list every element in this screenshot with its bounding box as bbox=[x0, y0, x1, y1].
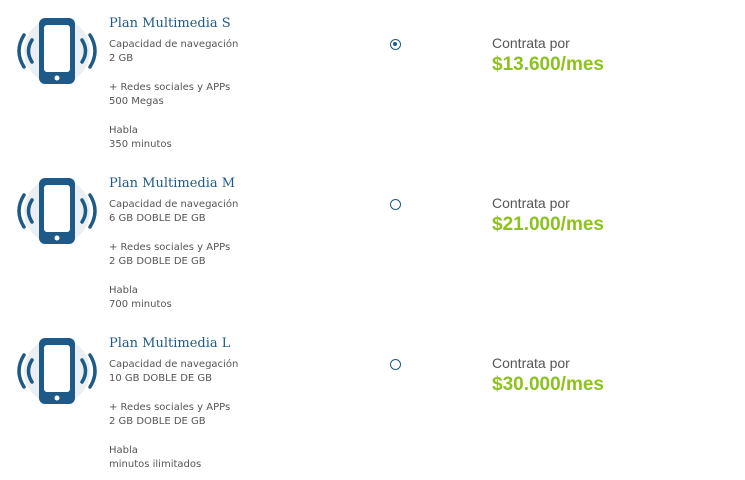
plan-price: $30.000/mes bbox=[492, 374, 604, 395]
nav-value: 10 GB DOBLE DE GB bbox=[109, 373, 212, 384]
price-prefix: Contrata por bbox=[492, 35, 570, 51]
plan-price: $13.600/mes bbox=[492, 54, 604, 75]
plan-title: Plan Multimedia L bbox=[109, 336, 231, 351]
talk-label: Habla bbox=[109, 125, 138, 136]
social-value: 2 GB DOBLE DE GB bbox=[109, 256, 206, 267]
social-value: 2 GB DOBLE DE GB bbox=[109, 416, 206, 427]
plan-row: Plan Multimedia L Capacidad de navegació… bbox=[0, 320, 745, 480]
social-label: + Redes sociales y APPs bbox=[109, 402, 231, 413]
nav-label: Capacidad de navegación bbox=[109, 359, 239, 370]
talk-value: 700 minutos bbox=[109, 299, 172, 310]
talk-value: minutos ilimitados bbox=[109, 459, 202, 470]
talk-label: Habla bbox=[109, 445, 138, 456]
phone-vibrating-icon bbox=[17, 178, 97, 244]
plan-radio[interactable] bbox=[390, 199, 401, 210]
price-prefix: Contrata por bbox=[492, 195, 570, 211]
phone-vibrating-icon bbox=[17, 18, 97, 84]
plan-price: $21.000/mes bbox=[492, 214, 604, 235]
social-label: + Redes sociales y APPs bbox=[109, 82, 231, 93]
plan-title: Plan Multimedia S bbox=[109, 16, 231, 31]
plan-radio[interactable] bbox=[390, 39, 401, 50]
nav-label: Capacidad de navegación bbox=[109, 39, 239, 50]
social-label: + Redes sociales y APPs bbox=[109, 242, 231, 253]
nav-value: 2 GB bbox=[109, 53, 134, 64]
talk-label: Habla bbox=[109, 285, 138, 296]
price-prefix: Contrata por bbox=[492, 355, 570, 371]
plan-row: Plan Multimedia S Capacidad de navegació… bbox=[0, 0, 745, 160]
plan-title: Plan Multimedia M bbox=[109, 176, 236, 191]
plan-row: Plan Multimedia M Capacidad de navegació… bbox=[0, 160, 745, 320]
social-value: 500 Megas bbox=[109, 96, 164, 107]
nav-label: Capacidad de navegación bbox=[109, 199, 239, 210]
nav-value: 6 GB DOBLE DE GB bbox=[109, 213, 206, 224]
talk-value: 350 minutos bbox=[109, 139, 172, 150]
plan-radio[interactable] bbox=[390, 359, 401, 370]
phone-vibrating-icon bbox=[17, 338, 97, 404]
